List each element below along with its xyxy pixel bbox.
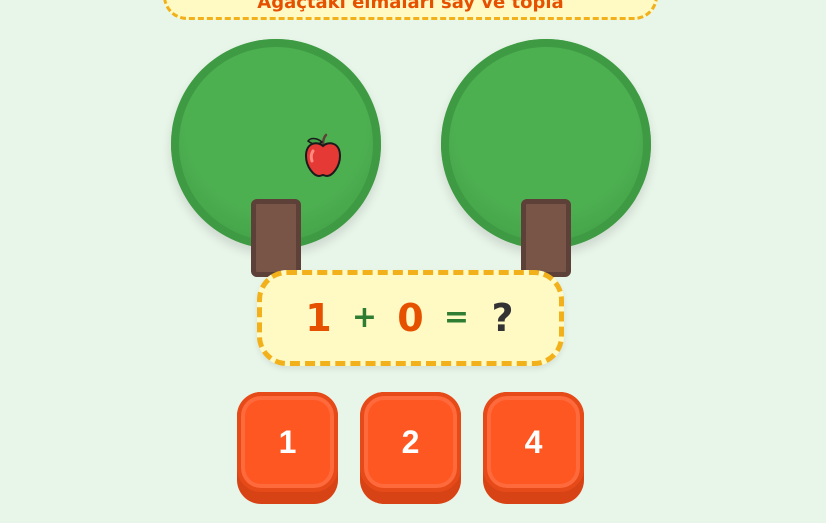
instruction-banner: Ağaçtaki elmaları say ve topla [163, 0, 658, 20]
answer-label: 4 [524, 424, 543, 460]
equation-equals-sign: = [443, 300, 470, 335]
answer-label: 2 [401, 424, 420, 460]
equation-right-operand: 0 [397, 296, 424, 340]
equation-box: 1 + 0 = ? [257, 270, 564, 366]
tree-left [171, 39, 381, 279]
equation-plus-sign: + [351, 300, 378, 335]
tree-trunk [251, 199, 301, 277]
answer-button-face: 4 [483, 392, 584, 492]
answer-button-2[interactable]: 2 [360, 392, 461, 504]
answer-button-4[interactable]: 4 [483, 392, 584, 504]
apple-icon [304, 133, 342, 178]
instruction-text: Ağaçtaki elmaları say ve topla [257, 0, 564, 13]
answer-button-face: 1 [237, 392, 338, 492]
answer-label: 1 [278, 424, 297, 460]
answer-button-1[interactable]: 1 [237, 392, 338, 504]
equation-left-operand: 1 [305, 296, 332, 340]
tree-right [441, 39, 651, 279]
tree-trunk [521, 199, 571, 277]
equation-unknown: ? [491, 296, 514, 340]
answer-button-face: 2 [360, 392, 461, 492]
